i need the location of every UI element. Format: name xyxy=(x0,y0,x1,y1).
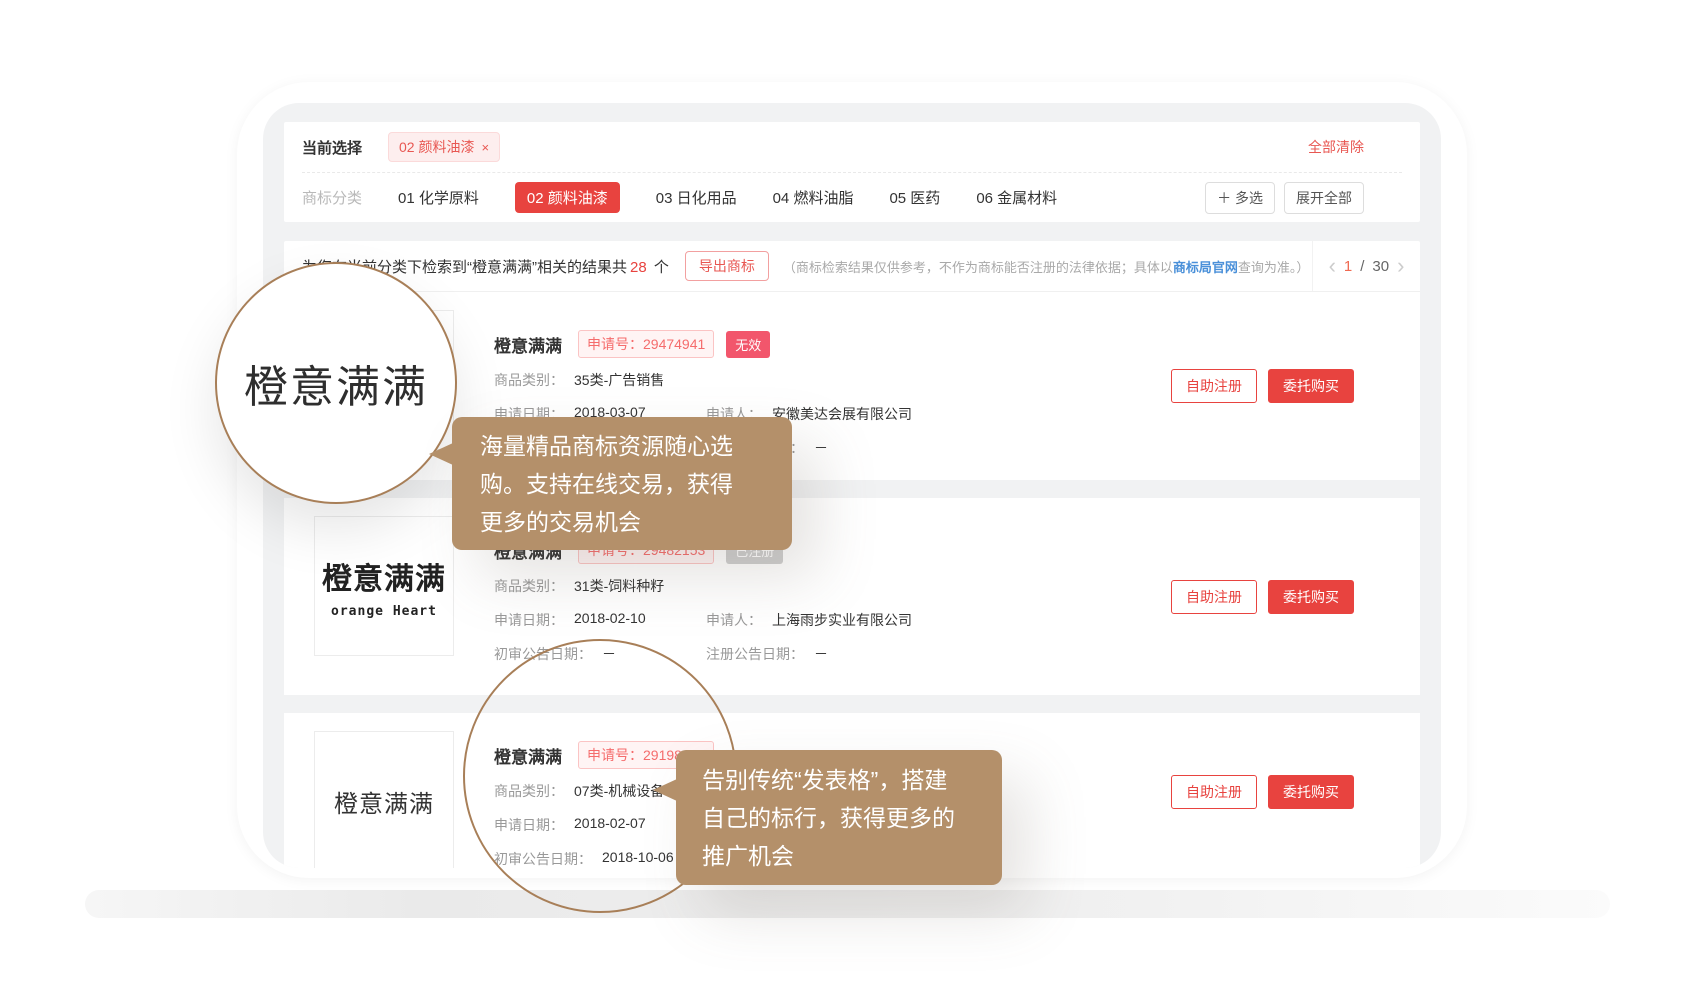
self-register-button[interactable]: 自助注册 xyxy=(1171,775,1257,809)
entrust-buy-button[interactable]: 委托购买 xyxy=(1268,775,1354,809)
application-number-badge: 申请号：29474941 xyxy=(578,330,714,358)
tooltip-line: 自己的标行，获得更多的 xyxy=(702,799,1002,837)
selected-filter-chip[interactable]: 02 颜料油漆 × xyxy=(388,132,500,162)
field-label: 注册公告日期： xyxy=(706,644,804,664)
device-base-shadow xyxy=(85,890,1610,918)
pagination-current: 1 xyxy=(1344,258,1352,275)
field-label: 申请日期： xyxy=(494,610,564,630)
pagination-separator: / xyxy=(1360,258,1364,275)
field-value: 2018-02-10 xyxy=(574,610,646,630)
field-value: 31类-饲料种籽 xyxy=(574,576,664,596)
category-item-05[interactable]: 05 医药 xyxy=(889,187,940,208)
entrust-buy-button[interactable]: 委托购买 xyxy=(1268,369,1354,403)
trademark-image-subtext: orange Heart xyxy=(331,604,437,619)
filter-card: 当前选择 02 颜料油漆 × 全部清除 商标分类 01 化学原料 02 颜料油漆… xyxy=(284,122,1420,222)
row-actions: 自助注册 委托购买 xyxy=(1171,580,1354,614)
field-value: － xyxy=(814,438,828,458)
category-row: 商标分类 01 化学原料 02 颜料油漆 03 日化用品 04 燃料油脂 05 … xyxy=(284,173,1420,222)
selected-filter-chip-text: 02 颜料油漆 xyxy=(399,137,474,157)
row-separator xyxy=(284,695,1420,713)
category-item-06[interactable]: 06 金属材料 xyxy=(976,187,1057,208)
field-value: － xyxy=(814,644,828,664)
magnified-trademark-text: 橙意满满 xyxy=(244,351,428,415)
field-line: 商品类别： 35类-广告销售 xyxy=(494,370,912,390)
expand-all-button[interactable]: 展开全部 xyxy=(1284,182,1364,214)
category-label: 商标分类 xyxy=(302,187,362,208)
entrust-buy-button[interactable]: 委托购买 xyxy=(1268,580,1354,614)
tooltip-line: 告别传统“发表格”，搭建 xyxy=(702,761,1002,799)
pagination-total: 30 xyxy=(1372,258,1389,275)
row-actions: 自助注册 委托购买 xyxy=(1171,775,1354,809)
results-disclaimer: （商标检索结果仅供参考，不作为商标能否注册的法律依据；具体以商标局官网查询为准。… xyxy=(783,257,1310,276)
tooltip-line: 海量精品商标资源随心选 xyxy=(480,427,792,465)
current-selection-row: 当前选择 02 颜料油漆 × 全部清除 xyxy=(284,122,1420,172)
tooltip-line: 推广机会 xyxy=(702,837,1002,875)
results-header: 为您在当前分类下检索到“橙意满满”相关的结果共28 个 导出商标 （商标检索结果… xyxy=(284,241,1420,292)
trademark-title-line: 橙意满满 申请号：29474941 无效 xyxy=(494,332,912,356)
category-item-01[interactable]: 01 化学原料 xyxy=(398,187,479,208)
self-register-button[interactable]: 自助注册 xyxy=(1171,369,1257,403)
row-actions: 自助注册 委托购买 xyxy=(1171,369,1354,403)
field-label: 申请人： xyxy=(706,610,762,630)
field-value: 35类-广告销售 xyxy=(574,370,664,390)
field-label: 商品类别： xyxy=(494,576,564,596)
tooltip-line: 购。支持在线交易，获得 xyxy=(480,465,792,503)
close-icon[interactable]: × xyxy=(481,140,489,155)
trademark-image-text: 橙意满满 xyxy=(322,554,446,598)
status-badge: 无效 xyxy=(726,331,770,358)
page: 当前选择 02 颜料油漆 × 全部清除 商标分类 01 化学原料 02 颜料油漆… xyxy=(0,0,1696,1002)
chevron-right-icon[interactable]: › xyxy=(1397,255,1404,277)
category-item-04[interactable]: 04 燃料油脂 xyxy=(773,187,854,208)
tooltip-line: 更多的交易机会 xyxy=(480,503,792,541)
results-unit: 个 xyxy=(650,259,669,276)
trademark-office-link[interactable]: 商标局官网 xyxy=(1173,260,1238,275)
current-selection-label: 当前选择 xyxy=(302,137,362,158)
category-item-03[interactable]: 03 日化用品 xyxy=(656,187,737,208)
field-line: 申请日期： 2018-02-10 申请人： 上海雨步实业有限公司 xyxy=(494,610,912,630)
field-label: 商品类别： xyxy=(494,370,564,390)
self-register-button[interactable]: 自助注册 xyxy=(1171,580,1257,614)
trademark-name: 橙意满满 xyxy=(494,332,562,357)
pagination: ‹ 1 / 30 › xyxy=(1312,241,1420,291)
disclaimer-post: 查询为准。） xyxy=(1238,260,1310,275)
magnifier-circle: 橙意满满 xyxy=(215,262,457,504)
results-count: 28 xyxy=(627,259,650,276)
trademark-image-text: 橙意满满 xyxy=(334,784,434,819)
field-line: 商品类别： 31类-饲料种籽 xyxy=(494,576,912,596)
category-item-02-selected[interactable]: 02 颜料油漆 xyxy=(515,182,620,213)
trademark-image: 橙意满满 orange Heart xyxy=(314,516,454,656)
trademark-image: 橙意满满 xyxy=(314,731,454,868)
chevron-left-icon[interactable]: ‹ xyxy=(1329,255,1336,277)
category-actions: ＋ 多选 展开全部 xyxy=(1205,182,1364,214)
multi-select-button[interactable]: ＋ 多选 xyxy=(1205,182,1275,214)
tooltip-promotion: 告别传统“发表格”，搭建 自己的标行，获得更多的 推广机会 xyxy=(676,750,1002,885)
field-value: 上海雨步实业有限公司 xyxy=(772,610,912,630)
clear-all-button[interactable]: 全部清除 xyxy=(1308,137,1364,157)
export-trademark-button[interactable]: 导出商标 xyxy=(685,251,769,281)
field-value: 安徽美达会展有限公司 xyxy=(772,404,912,424)
disclaimer-pre: （商标检索结果仅供参考，不作为商标能否注册的法律依据；具体以 xyxy=(783,260,1173,275)
tooltip-trade-resources: 海量精品商标资源随心选 购。支持在线交易，获得 更多的交易机会 xyxy=(452,417,792,550)
